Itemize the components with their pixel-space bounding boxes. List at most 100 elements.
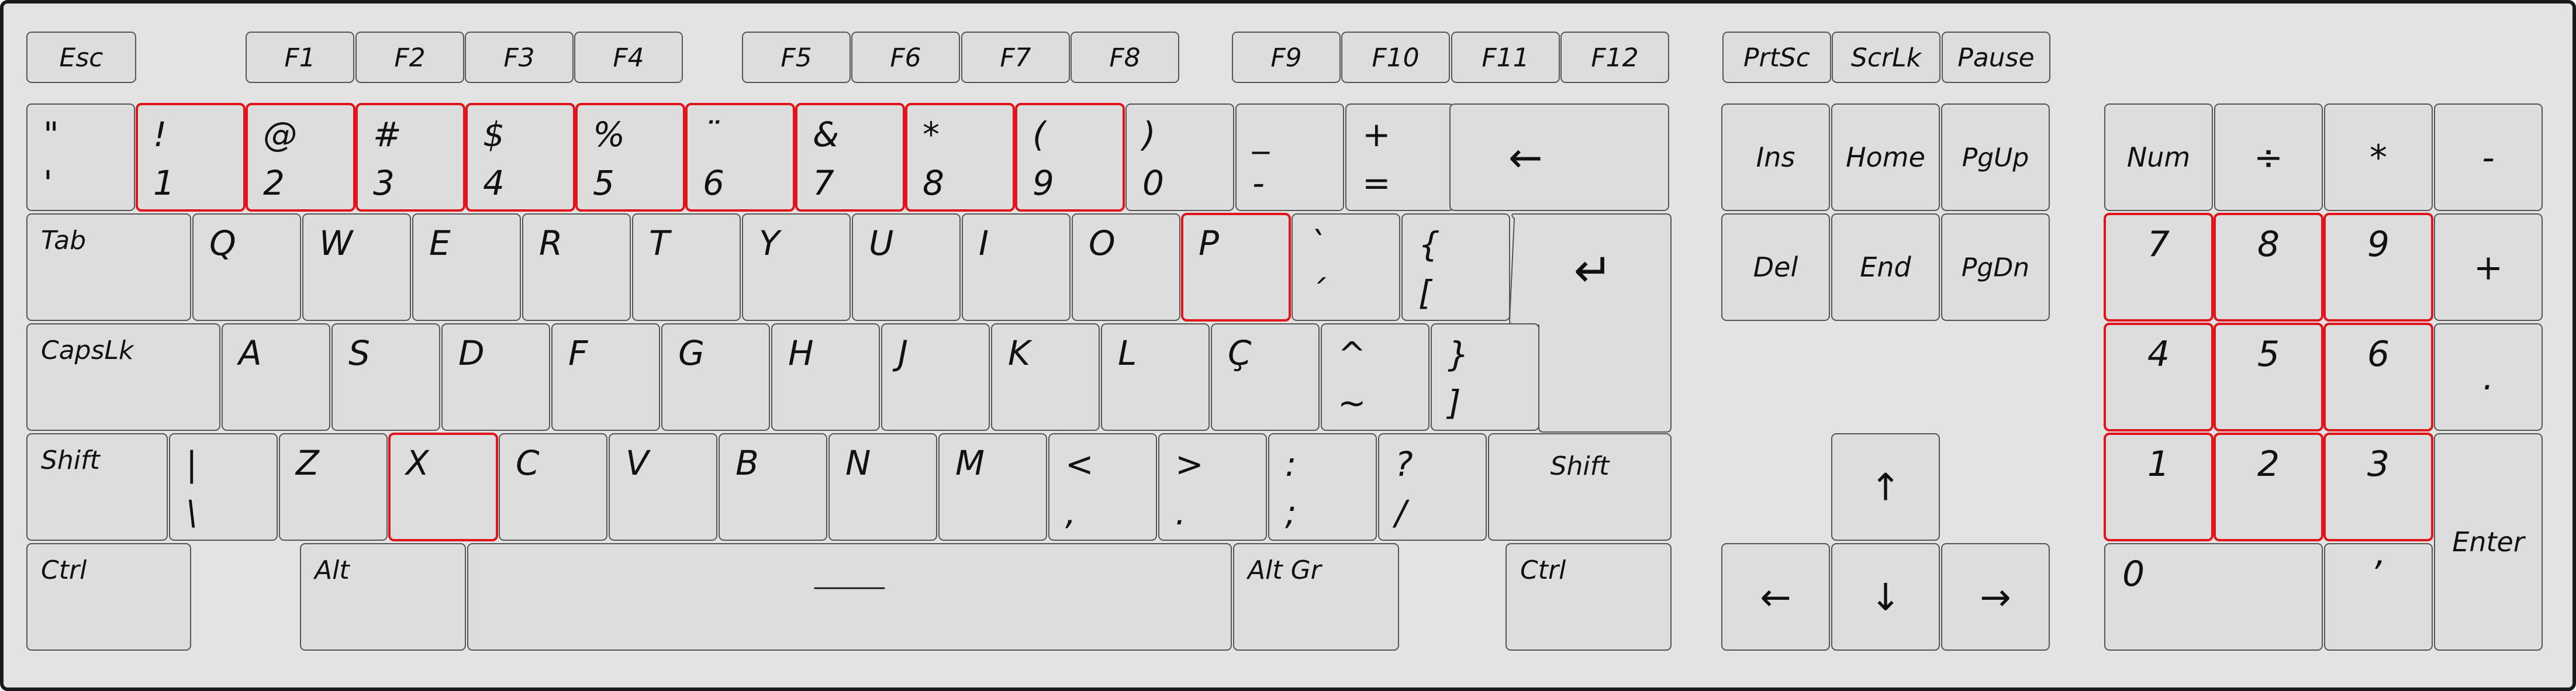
- key-c[interactable]: C: [499, 433, 607, 541]
- key-v[interactable]: V: [609, 433, 717, 541]
- key-quote[interactable]: "': [26, 103, 135, 211]
- key-e[interactable]: E: [412, 213, 521, 321]
- ctrl-right-key[interactable]: Ctrl: [1505, 543, 1672, 651]
- key-0[interactable]: )0: [1125, 103, 1234, 211]
- f4-key[interactable]: F4: [574, 32, 683, 83]
- numpad-6-key[interactable]: 6: [2323, 323, 2433, 431]
- key-n[interactable]: N: [828, 433, 937, 541]
- numpad-8-key[interactable]: 8: [2214, 213, 2323, 322]
- numpad-divide-key[interactable]: ÷: [2214, 103, 2323, 211]
- tab-key[interactable]: Tab: [26, 213, 191, 321]
- end-key[interactable]: End: [1831, 213, 1940, 321]
- key-period[interactable]: >.: [1158, 433, 1267, 541]
- key-j[interactable]: J: [881, 323, 990, 431]
- key-slash[interactable]: ?/: [1378, 433, 1487, 541]
- numpad-4-key[interactable]: 4: [2104, 323, 2214, 431]
- key-q[interactable]: Q: [192, 213, 301, 321]
- scrlk-key[interactable]: ScrLk: [1832, 32, 1940, 83]
- key-minus[interactable]: _-: [1235, 103, 1344, 211]
- numpad-3-key[interactable]: 3: [2323, 433, 2433, 541]
- key-u[interactable]: U: [852, 213, 961, 321]
- shift-left-key[interactable]: Shift: [26, 433, 168, 541]
- key-a[interactable]: A: [222, 323, 330, 431]
- key-t[interactable]: T: [632, 213, 741, 321]
- home-key[interactable]: Home: [1831, 103, 1940, 211]
- pgup-key[interactable]: PgUp: [1941, 103, 2050, 211]
- ctrl-left-key[interactable]: Ctrl: [26, 543, 191, 651]
- key-o[interactable]: O: [1072, 213, 1180, 321]
- numpad-decimal-key[interactable]: .: [2434, 323, 2543, 431]
- key-x[interactable]: X: [388, 433, 498, 541]
- arrow-right-key[interactable]: →: [1941, 543, 2050, 651]
- alt-key[interactable]: Alt: [300, 543, 466, 651]
- f7-key[interactable]: F7: [961, 32, 1070, 83]
- key-3[interactable]: #3: [355, 103, 465, 212]
- capslock-key[interactable]: CapsLk: [26, 323, 220, 431]
- key-acute[interactable]: `´: [1292, 213, 1400, 321]
- key-4[interactable]: $4: [465, 103, 575, 212]
- key-l[interactable]: L: [1101, 323, 1210, 431]
- key-r[interactable]: R: [522, 213, 631, 321]
- key-comma[interactable]: <,: [1048, 433, 1157, 541]
- f8-key[interactable]: F8: [1071, 32, 1179, 83]
- key-i[interactable]: I: [962, 213, 1071, 321]
- ins-key[interactable]: Ins: [1721, 103, 1830, 211]
- key-9[interactable]: (9: [1015, 103, 1125, 212]
- f1-key[interactable]: F1: [246, 32, 354, 83]
- numpad-plus-key[interactable]: +: [2434, 213, 2543, 321]
- key-g[interactable]: G: [661, 323, 770, 431]
- space-key[interactable]: ______: [467, 543, 1232, 651]
- key-d[interactable]: D: [441, 323, 550, 431]
- f5-key[interactable]: F5: [742, 32, 851, 83]
- key-close-brace[interactable]: }]: [1431, 323, 1539, 431]
- key-6[interactable]: ¨6: [685, 103, 795, 212]
- key-equals[interactable]: +=: [1345, 103, 1454, 211]
- key-b[interactable]: B: [719, 433, 827, 541]
- key-7[interactable]: &7: [795, 103, 905, 212]
- numpad-5-key[interactable]: 5: [2214, 323, 2323, 431]
- f12-key[interactable]: F12: [1560, 32, 1669, 83]
- f6-key[interactable]: F6: [851, 32, 960, 83]
- key-pipe[interactable]: |\: [169, 433, 278, 541]
- key-z[interactable]: Z: [279, 433, 388, 541]
- key-tilde[interactable]: ^~: [1321, 323, 1429, 431]
- key-k[interactable]: K: [991, 323, 1100, 431]
- prtsc-key[interactable]: PrtSc: [1722, 32, 1831, 83]
- key-open-brace[interactable]: {[: [1401, 213, 1510, 321]
- key-8[interactable]: *8: [905, 103, 1015, 212]
- pgdn-key[interactable]: PgDn: [1941, 213, 2050, 321]
- numpad-comma-key[interactable]: ʼ: [2324, 543, 2433, 651]
- numlock-key[interactable]: Num: [2104, 103, 2213, 211]
- key-1[interactable]: !1: [136, 103, 246, 212]
- shift-right-key[interactable]: Shift: [1488, 433, 1672, 541]
- numpad-2-key[interactable]: 2: [2214, 433, 2323, 541]
- pause-key[interactable]: Pause: [1942, 32, 2050, 83]
- key-f[interactable]: F: [551, 323, 660, 431]
- key-s[interactable]: S: [332, 323, 440, 431]
- arrow-down-key[interactable]: ↓: [1831, 543, 1940, 651]
- key-c-cedilla[interactable]: Ç: [1211, 323, 1320, 431]
- arrow-up-key[interactable]: ↑: [1831, 433, 1940, 541]
- esc-key[interactable]: Esc: [26, 32, 136, 83]
- f2-key[interactable]: F2: [355, 32, 464, 83]
- del-key[interactable]: Del: [1721, 213, 1830, 321]
- f10-key[interactable]: F10: [1341, 32, 1450, 83]
- key-m[interactable]: M: [938, 433, 1047, 541]
- key-p[interactable]: P: [1181, 213, 1291, 322]
- numpad-multiply-key[interactable]: *: [2324, 103, 2433, 211]
- f3-key[interactable]: F3: [465, 32, 574, 83]
- numpad-enter-key[interactable]: Enter: [2434, 433, 2543, 651]
- key-y[interactable]: Y: [742, 213, 851, 321]
- key-5[interactable]: %5: [575, 103, 685, 212]
- key-2[interactable]: @2: [246, 103, 355, 212]
- numpad-zero-key[interactable]: 0: [2104, 543, 2323, 651]
- backspace-key[interactable]: ←: [1449, 103, 1669, 211]
- numpad-9-key[interactable]: 9: [2323, 213, 2433, 322]
- key-semicolon[interactable]: :;: [1268, 433, 1377, 541]
- numpad-minus-key[interactable]: -: [2434, 103, 2543, 211]
- arrow-left-key[interactable]: ←: [1721, 543, 1830, 651]
- numpad-1-key[interactable]: 1: [2104, 433, 2214, 541]
- altgr-key[interactable]: Alt Gr: [1233, 543, 1399, 651]
- key-w[interactable]: W: [302, 213, 411, 321]
- f11-key[interactable]: F11: [1451, 32, 1560, 83]
